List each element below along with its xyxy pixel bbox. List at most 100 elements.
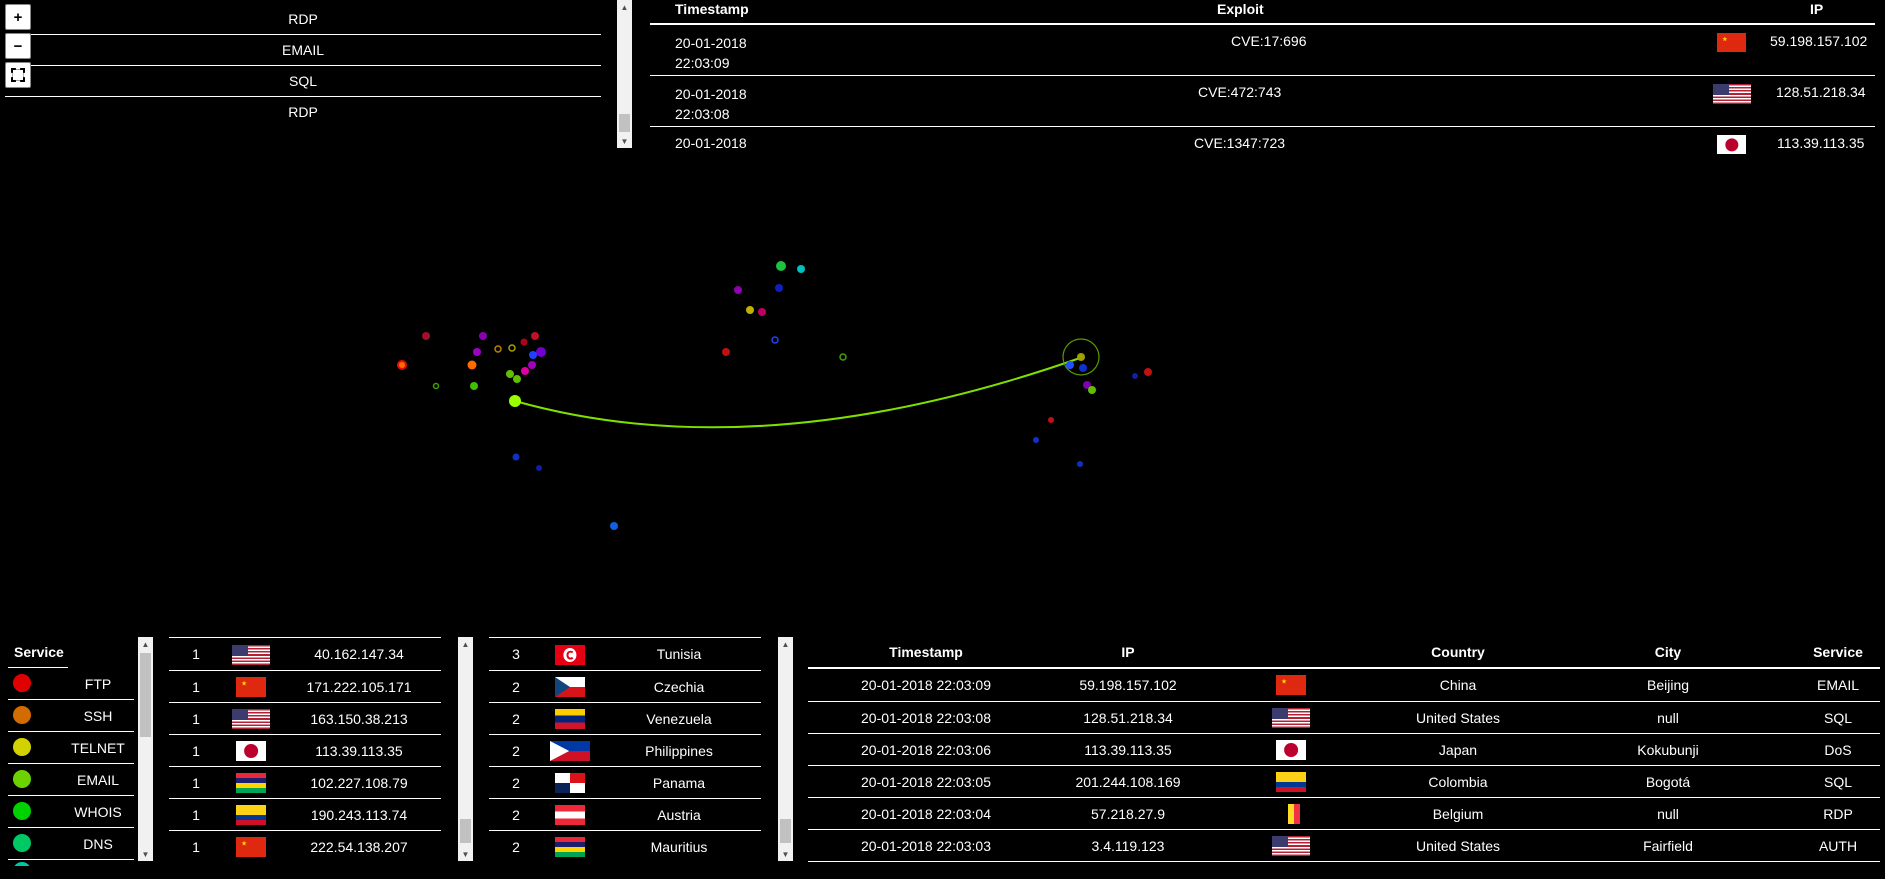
- top-service-list: RDP EMAIL SQL RDP: [5, 4, 601, 127]
- zoom-out-button[interactable]: −: [5, 33, 31, 59]
- countries-scrollbar[interactable]: ▲ ▼: [778, 637, 793, 861]
- exploits-table-header: Timestamp Exploit IP: [650, 0, 1875, 25]
- top-service-row: RDP: [5, 4, 601, 35]
- legend-item[interactable]: WHOIS: [8, 796, 134, 828]
- legend-item[interactable]: TELNET: [8, 732, 134, 764]
- attacker-country-table: 3 Tunisia 2 Czechia 2 Venezuela 2 Philip…: [489, 637, 761, 862]
- col-country: Country: [1431, 644, 1485, 660]
- col-timestamp: Timestamp: [889, 644, 963, 660]
- attacker-row: 1 222.54.138.207: [169, 831, 441, 862]
- service-label: EMAIL: [281, 42, 324, 58]
- country-row: 2 Czechia: [489, 671, 761, 703]
- attackers-scrollbar[interactable]: ▲ ▼: [458, 637, 473, 861]
- china-flag-icon: [1717, 33, 1746, 52]
- attack-node: [1132, 373, 1138, 379]
- mauritius-flag-icon: [236, 773, 266, 793]
- email-color-icon: [13, 770, 31, 788]
- attack-node: [506, 370, 514, 378]
- scroll-down-arrow-icon[interactable]: ▼: [138, 847, 153, 861]
- service-label: RDP: [288, 104, 318, 120]
- ssh-color-icon: [13, 706, 31, 724]
- zoom-in-button[interactable]: +: [5, 4, 31, 30]
- exploit-ip: 113.39.113.35: [1777, 135, 1865, 151]
- attack-node: [494, 345, 502, 353]
- attack-arc: [514, 357, 1081, 429]
- legend-item-partial: [8, 860, 134, 866]
- china-flag-icon: [236, 837, 266, 857]
- top-service-row: RDP: [5, 97, 601, 127]
- attack-node: [1077, 461, 1083, 467]
- attack-node: [513, 375, 521, 383]
- attack-node: [470, 382, 478, 390]
- scroll-up-arrow-icon[interactable]: ▲: [138, 637, 153, 651]
- legend-scrollbar[interactable]: ▲ ▼: [138, 637, 153, 861]
- attacker-row: 1 190.243.113.74: [169, 799, 441, 831]
- attack-node: [531, 332, 539, 340]
- czechia-flag-icon: [555, 677, 585, 697]
- exploit-timestamp: 20-01-2018: [675, 135, 747, 151]
- legend-item[interactable]: DNS: [8, 828, 134, 860]
- legend-item[interactable]: FTP: [8, 668, 134, 700]
- col-city: City: [1654, 644, 1682, 660]
- fullscreen-icon: [11, 68, 25, 82]
- exploit-cve: CVE:472:743: [1198, 84, 1282, 100]
- usa-flag-icon: [1272, 836, 1310, 856]
- philippines-flag-icon: [550, 741, 590, 761]
- japan-flag-icon: [1276, 740, 1306, 760]
- legend-item[interactable]: SSH: [8, 700, 134, 732]
- attacker-row: 1 113.39.113.35: [169, 735, 441, 767]
- scroll-down-arrow-icon[interactable]: ▼: [458, 847, 473, 861]
- top-service-row: EMAIL: [5, 35, 601, 66]
- legend-item[interactable]: EMAIL: [8, 764, 134, 796]
- scroll-down-arrow-icon[interactable]: ▼: [778, 847, 793, 861]
- attack-node: [508, 344, 516, 352]
- col-ip: IP: [1121, 644, 1135, 660]
- scroll-up-arrow-icon[interactable]: ▲: [617, 0, 632, 14]
- usa-flag-icon: [232, 709, 270, 729]
- attack-node: [467, 360, 477, 370]
- attack-node: [512, 453, 520, 461]
- scrollbar-thumb[interactable]: [460, 819, 471, 843]
- attack-map[interactable]: [0, 150, 1885, 630]
- scrollbar-thumb[interactable]: [619, 114, 630, 132]
- attack-node: [536, 347, 546, 357]
- attack-node: [771, 336, 779, 344]
- attack-node: [775, 284, 783, 292]
- map-zoom-controls: + −: [5, 4, 31, 91]
- attack-node: [610, 522, 618, 530]
- country-row: 2 Philippines: [489, 735, 761, 767]
- attack-node: [797, 265, 805, 273]
- scrollbar-thumb[interactable]: [780, 819, 791, 843]
- recent-row: 20-01-2018 22:03:05 201.244.108.169 Colo…: [808, 766, 1880, 798]
- belgium-flag-icon: [1282, 804, 1300, 824]
- attack-node: [432, 382, 440, 390]
- attack-node: [1077, 353, 1085, 361]
- attack-node: [1088, 386, 1096, 394]
- scroll-up-arrow-icon[interactable]: ▲: [458, 637, 473, 651]
- china-flag-icon: [1276, 675, 1306, 695]
- country-row: 2 Venezuela: [489, 703, 761, 735]
- attack-node: [1144, 368, 1152, 376]
- attack-source-node: [509, 395, 521, 407]
- recent-row: 20-01-2018 22:03:03 3.4.119.123 United S…: [808, 830, 1880, 862]
- exploit-row: 20-01-2018 22:03:09 CVE:17:696 59.198.157…: [650, 25, 1875, 76]
- recent-attacks-table: Timestamp IP Country City Service 20-01-…: [808, 637, 1880, 862]
- top-services-scrollbar[interactable]: ▲ ▼: [617, 0, 632, 148]
- attack-node: [529, 351, 537, 359]
- attack-node: [399, 362, 405, 368]
- recent-row: 20-01-2018 22:03:09 59.198.157.102 China…: [808, 669, 1880, 702]
- exploit-cve: CVE:1347:723: [1194, 135, 1286, 151]
- austria-flag-icon: [555, 805, 585, 825]
- country-row: 2 Austria: [489, 799, 761, 831]
- scroll-down-arrow-icon[interactable]: ▼: [617, 134, 632, 148]
- attack-node: [776, 261, 786, 271]
- fullscreen-button[interactable]: [5, 62, 31, 88]
- attack-node: [746, 306, 754, 314]
- attack-node: [479, 332, 487, 340]
- exploit-timestamp: 20-01-2018 22:03:09: [675, 35, 747, 71]
- exploit-ip: 128.51.218.34: [1776, 84, 1866, 100]
- service-legend: Service FTP SSH TELNET EMAIL WHOIS DNS: [8, 637, 134, 866]
- scroll-up-arrow-icon[interactable]: ▲: [778, 637, 793, 651]
- attack-node: [839, 353, 847, 361]
- scrollbar-thumb[interactable]: [140, 653, 151, 737]
